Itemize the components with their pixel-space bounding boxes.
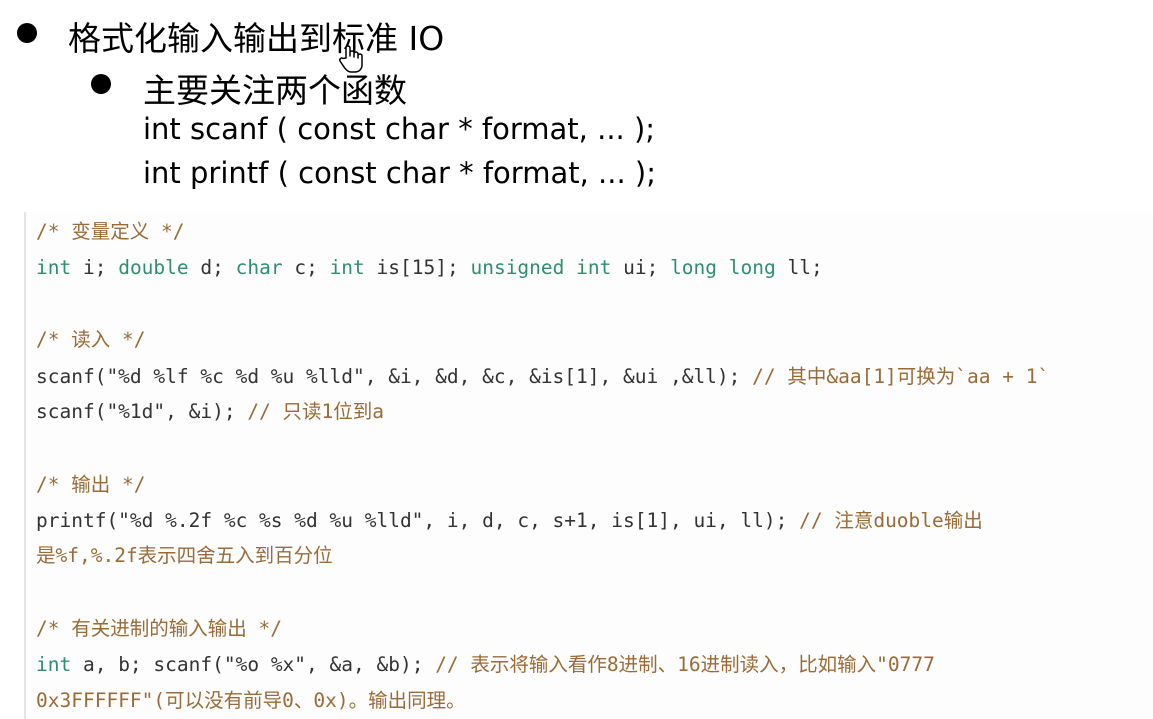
- code-text: scanf("%d %lf %c %d %u %lld", &i, &d, &c…: [36, 365, 753, 388]
- code-text: ll;: [775, 256, 823, 279]
- code-line-scanf-width: scanf("%1d", &i); // 只读1位到a: [36, 399, 384, 425]
- slide-heading: 格式化输入输出到标准 IO: [68, 19, 445, 58]
- comment-variable-definition: /* 变量定义 */: [36, 220, 185, 243]
- comment-input: /* 读入 */: [36, 328, 146, 351]
- code-text: a, b; scanf("%o %x", &a, &b);: [71, 653, 436, 676]
- code-line-declarations: int i; double d; char c; int is[15]; uns…: [36, 255, 823, 281]
- keyword-char: char: [235, 256, 283, 279]
- keyword-int: int: [329, 256, 365, 279]
- code-line-scanf-multi: scanf("%d %lf %c %d %u %lld", &i, &d, &c…: [36, 364, 1049, 390]
- code-text: is[15];: [364, 256, 471, 279]
- code-text: i;: [71, 256, 119, 279]
- code-comment-continuation: 0x3FFFFFF"(可以没有前导0、0x)。输出同理。: [36, 689, 466, 712]
- code-text: c;: [282, 256, 330, 279]
- code-comment: // 表示将输入看作8进制、16进制读入，比如输入"0777: [435, 653, 935, 676]
- bullet-level2-icon: [91, 74, 111, 94]
- hand-pointer-icon: [339, 45, 363, 73]
- keyword-int: int: [36, 653, 72, 676]
- code-text: scanf("%1d", &i);: [36, 400, 248, 423]
- keyword-double: double: [118, 256, 189, 279]
- code-comment: // 其中&aa[1]可换为`aa + 1`: [752, 365, 1050, 388]
- code-comment: // 注意duoble输出: [799, 509, 983, 532]
- comment-output: /* 输出 */: [36, 473, 146, 496]
- slide-subheading: 主要关注两个函数: [143, 71, 407, 110]
- code-block: /* 变量定义 */ int i; double d; char c; int …: [24, 212, 1153, 719]
- keyword-int: int: [36, 256, 72, 279]
- code-text: d;: [188, 256, 236, 279]
- code-line-radix-scanf: int a, b; scanf("%o %x", &a, &b); // 表示将…: [36, 652, 935, 678]
- keyword-long-long: long long: [670, 256, 776, 279]
- code-comment-continuation: 是%f,%.2f表示四舍五入到百分位: [36, 544, 333, 567]
- bullet-level1-icon: [17, 23, 37, 43]
- code-text: ui;: [611, 256, 671, 279]
- code-text: printf("%d %.2f %c %s %d %u %lld", i, d,…: [36, 509, 800, 532]
- printf-signature: int printf ( const char * format, ... );: [143, 156, 656, 190]
- code-line-printf: printf("%d %.2f %c %s %d %u %lld", i, d,…: [36, 508, 983, 534]
- scanf-signature: int scanf ( const char * format, ... );: [143, 112, 656, 146]
- code-comment: // 只读1位到a: [247, 400, 385, 423]
- keyword-unsigned-int: unsigned int: [470, 256, 612, 279]
- comment-radix-io: /* 有关进制的输入输出 */: [36, 617, 282, 640]
